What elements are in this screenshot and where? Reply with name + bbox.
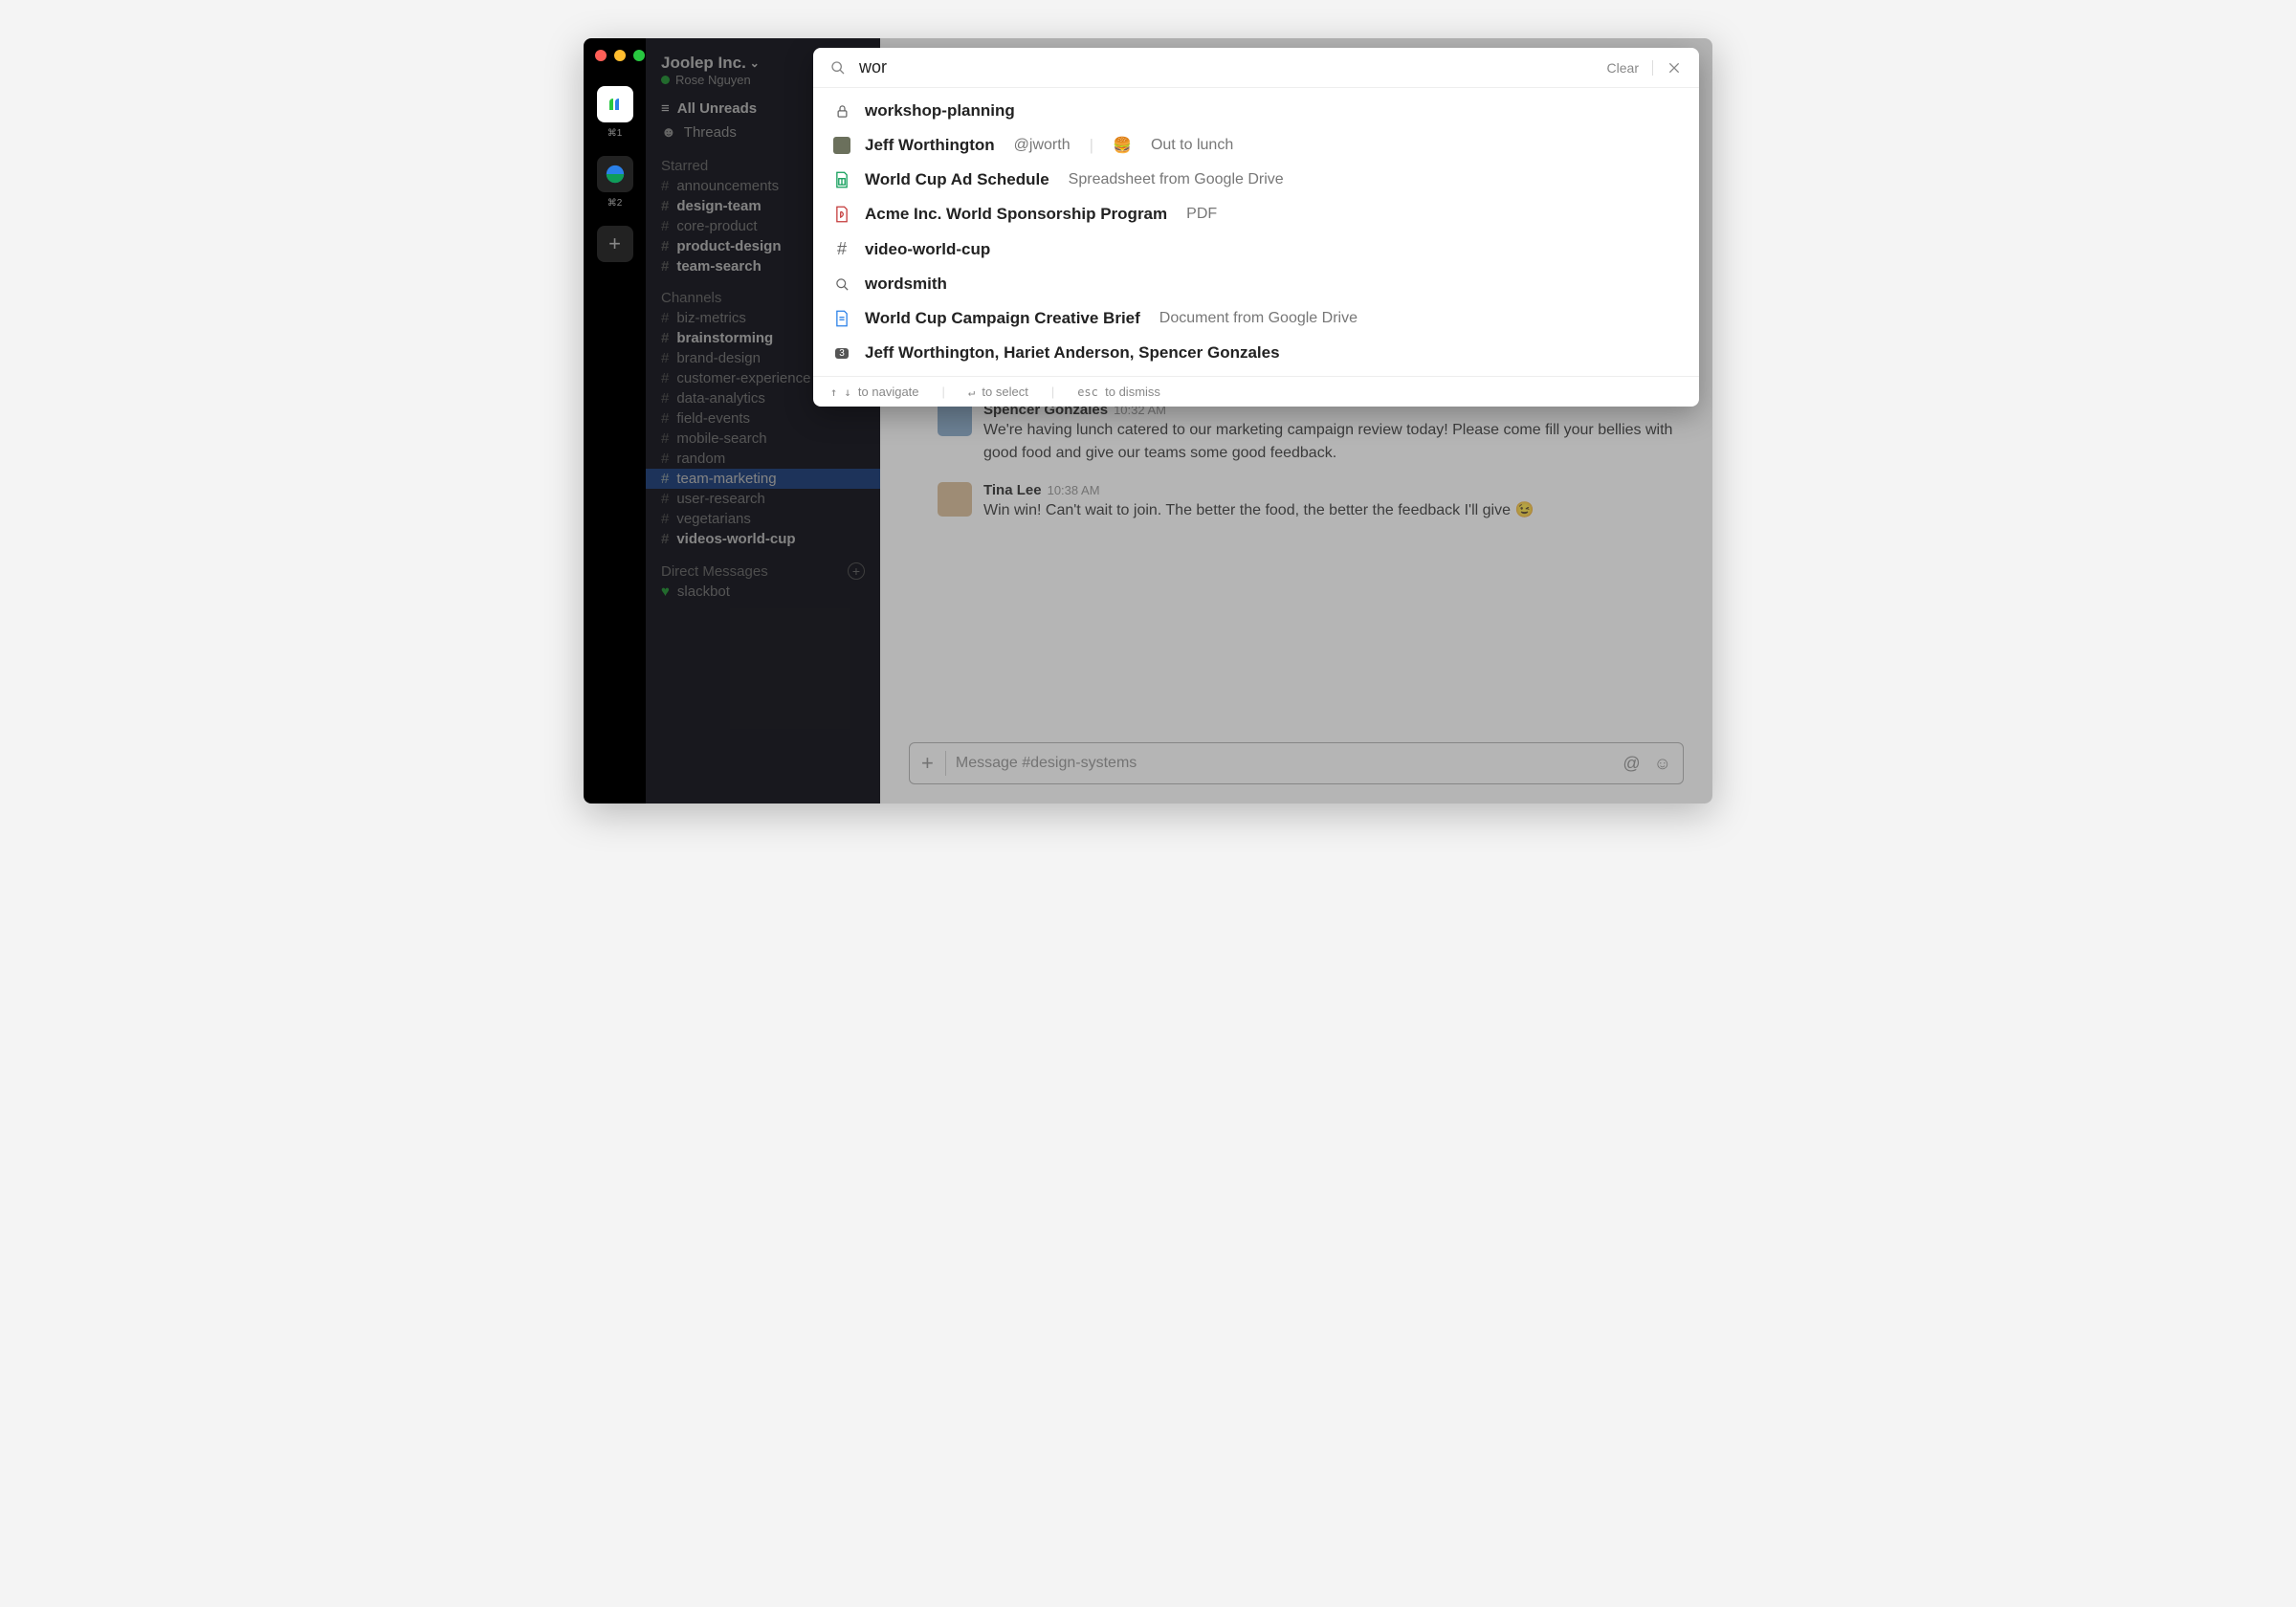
sidebar-channel-field-events[interactable]: #field-events xyxy=(646,408,880,429)
close-window-button[interactable] xyxy=(595,50,607,61)
result-title: World Cup Ad Schedule xyxy=(865,170,1049,189)
search-popover: Clear workshop-planning Jeff Worthington @… xyxy=(813,48,1699,407)
hash-icon: # xyxy=(661,198,669,214)
hash-icon: # xyxy=(661,218,669,234)
result-title: video-world-cup xyxy=(865,240,990,259)
search-header: Clear xyxy=(813,48,1699,88)
search-input[interactable] xyxy=(859,57,1607,77)
search-result[interactable]: wordsmith xyxy=(813,267,1699,301)
add-workspace-button[interactable]: + xyxy=(597,226,633,262)
result-handle: @jworth xyxy=(1014,137,1071,154)
heart-icon: ♥ xyxy=(661,583,670,600)
hash-icon: # xyxy=(661,370,669,386)
workspace-name: Joolep Inc. xyxy=(661,54,746,73)
search-icon xyxy=(830,60,846,76)
sidebar-channel-user-research[interactable]: #user-research xyxy=(646,489,880,509)
main-area: @ ☆ ⋮ e clear what interface. , you will… xyxy=(880,38,1712,804)
app-window: ⌘1 ⌘2 + Joolep Inc. ⌄ Rose Nguyen ≡All U… xyxy=(584,38,1712,804)
hash-icon: # xyxy=(661,491,669,507)
hash-icon: # xyxy=(661,238,669,254)
presence-indicator xyxy=(661,76,670,84)
close-icon[interactable] xyxy=(1667,60,1682,76)
search-result[interactable]: Jeff Worthington@jworth|🍔Out to lunch xyxy=(813,128,1699,163)
search-result[interactable]: World Cup Campaign Creative Brief Documen… xyxy=(813,301,1699,336)
result-title: workshop-planning xyxy=(865,101,1015,121)
result-title: Jeff Worthington xyxy=(865,136,995,155)
result-title: Acme Inc. World Sponsorship Program xyxy=(865,205,1167,224)
workspace-shortcut-1: ⌘1 xyxy=(607,128,623,139)
window-controls xyxy=(595,50,645,61)
hash-icon: # xyxy=(661,531,669,547)
maximize-window-button[interactable] xyxy=(633,50,645,61)
search-result[interactable]: Acme Inc. World Sponsorship Program PDF xyxy=(813,197,1699,231)
search-result[interactable]: 3 Jeff Worthington, Hariet Anderson, Spen… xyxy=(813,336,1699,370)
result-title: World Cup Campaign Creative Brief xyxy=(865,309,1140,328)
search-result[interactable]: World Cup Ad Schedule Spreadsheet from Go… xyxy=(813,163,1699,197)
result-subtitle: Spreadsheet from Google Drive xyxy=(1069,171,1284,188)
lock-icon xyxy=(832,104,851,119)
add-dm-button[interactable]: + xyxy=(848,562,865,580)
hash-icon: # xyxy=(661,258,669,275)
section-dms: Direct Messages+ xyxy=(646,549,880,582)
pdf-icon xyxy=(832,206,851,223)
sheet-icon xyxy=(832,171,851,188)
workspace-button-2[interactable] xyxy=(597,156,633,192)
search-result[interactable]: # video-world-cup xyxy=(813,231,1699,267)
clear-button[interactable]: Clear xyxy=(1607,60,1653,76)
badge-icon: 3 xyxy=(832,348,851,359)
hash-icon: # xyxy=(661,511,669,527)
hash-icon: # xyxy=(661,350,669,366)
status-text: Out to lunch xyxy=(1151,137,1233,154)
hash-icon: # xyxy=(661,310,669,326)
sidebar-channel-vegetarians[interactable]: #vegetarians xyxy=(646,509,880,529)
workspace-shortcut-2: ⌘2 xyxy=(607,198,623,209)
hash-icon: # xyxy=(661,330,669,346)
list-icon: ≡ xyxy=(661,100,670,117)
chevron-down-icon: ⌄ xyxy=(750,56,760,70)
threads-icon: ☻ xyxy=(661,124,676,141)
hash-icon: # xyxy=(661,178,669,194)
search-results: workshop-planning Jeff Worthington @jworth… xyxy=(813,88,1699,376)
workspace-rail: ⌘1 ⌘2 + xyxy=(584,38,646,804)
workspace-button-1[interactable] xyxy=(597,86,633,122)
hash-icon: # xyxy=(661,390,669,407)
sidebar-channel-mobile-search[interactable]: #mobile-search xyxy=(646,429,880,449)
search-footer: ↑ ↓ to navigate | ↵ to select | esc to d… xyxy=(813,376,1699,407)
search-result[interactable]: workshop-planning xyxy=(813,94,1699,128)
result-subtitle: Document from Google Drive xyxy=(1159,310,1358,327)
current-user-name: Rose Nguyen xyxy=(675,73,751,87)
hash-icon: # xyxy=(832,239,851,259)
status-emoji: 🍔 xyxy=(1113,136,1132,155)
sidebar-channel-random[interactable]: #random xyxy=(646,449,880,469)
doc-icon xyxy=(832,310,851,327)
avatar-icon xyxy=(832,137,851,154)
result-subtitle: PDF xyxy=(1186,206,1217,223)
result-title: wordsmith xyxy=(865,275,947,294)
hash-icon: # xyxy=(661,410,669,427)
hash-icon: # xyxy=(661,471,669,487)
hash-icon: # xyxy=(661,451,669,467)
result-title: Jeff Worthington, Hariet Anderson, Spenc… xyxy=(865,343,1280,363)
minimize-window-button[interactable] xyxy=(614,50,626,61)
dm-item-slackbot[interactable]: ♥slackbot xyxy=(646,582,880,602)
sidebar-channel-team-marketing[interactable]: #team-marketing xyxy=(646,469,880,489)
hash-icon: # xyxy=(661,430,669,447)
sidebar-channel-videos-world-cup[interactable]: #videos-world-cup xyxy=(646,529,880,549)
search-icon xyxy=(832,277,851,292)
